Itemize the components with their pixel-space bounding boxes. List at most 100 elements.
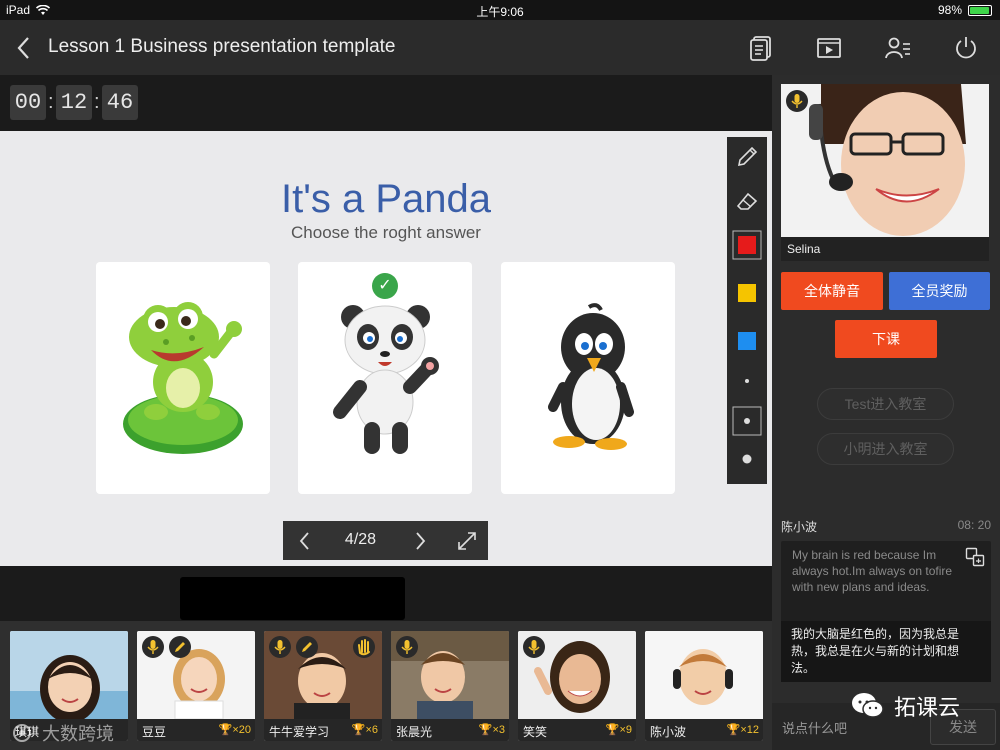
student-video — [10, 631, 128, 719]
timer-separator: : — [94, 91, 100, 113]
color-red-swatch[interactable] — [727, 225, 767, 265]
student-trophy-count: 🏆×3 — [478, 724, 505, 736]
chat-translated-text: 我的大脑是红色的，因为我总是热，我总是在火与新的计划和想法。 — [781, 621, 991, 682]
power-icon — [956, 37, 976, 59]
draw-permission-badge — [296, 636, 318, 658]
student-trophy-count: 🏆×9 — [605, 724, 632, 736]
student-name: 豆豆 — [142, 725, 167, 739]
lesson-title: Lesson 1 Business presentation template — [48, 36, 396, 57]
student-name: 张晨光 — [396, 725, 433, 739]
timer-seconds: 46 — [102, 85, 138, 120]
teacher-video — [781, 84, 989, 237]
chat-input[interactable]: 说点什么吧 — [782, 718, 847, 737]
slide-canvas[interactable]: It's a Panda Choose the roght answer ✓ 4… — [0, 131, 772, 566]
classroom-screen: iPad 上午9:06 98% Lesson 1 Business presen… — [0, 0, 1000, 750]
frog-illustration — [123, 302, 243, 454]
brush-size-small[interactable] — [727, 361, 767, 401]
watermark-right: 拓课云 — [850, 690, 960, 722]
slide-subtitle: Choose the roght answer — [291, 223, 481, 242]
microphone-icon — [274, 640, 286, 654]
pencil-icon — [302, 642, 312, 652]
join-notice: Test进入教室 — [817, 388, 954, 420]
student-tile[interactable]: 豆豆 🏆×20 — [137, 631, 255, 741]
watermark-left: 大数跨境 — [12, 720, 114, 746]
back-button[interactable] — [14, 33, 40, 63]
student-trophy-count: 🏆×20 — [218, 724, 251, 736]
pencil-icon — [737, 146, 758, 167]
watermark-logo — [13, 724, 31, 742]
mic-badge — [396, 636, 418, 658]
courseware-button[interactable] — [748, 34, 776, 62]
microphone-icon — [528, 640, 540, 654]
answer-card-penguin[interactable] — [501, 262, 675, 494]
student-trophy-count: 🏆×6 — [351, 724, 378, 736]
status-bar: iPad 上午9:06 98% — [0, 0, 1000, 20]
chat-timestamp: 08: 20 — [957, 518, 991, 532]
next-page-button[interactable] — [408, 529, 432, 553]
student-video-strip: 琪琪 豆豆 🏆×20 牛牛爱学习 🏆×6 张晨光 🏆×3 笑笑 🏆×9 陈小波 … — [0, 621, 772, 750]
brush-size-medium[interactable] — [727, 401, 767, 441]
chat-original-text: My brain is red because Im always hot.Im… — [792, 548, 953, 594]
tooltip-popover — [180, 577, 405, 620]
teacher-mic-badge — [786, 90, 808, 112]
microphone-icon — [147, 640, 159, 654]
eraser-icon — [736, 192, 758, 210]
class-timer: 00 : 12 : 46 — [0, 75, 772, 131]
header-bar: Lesson 1 Business presentation template — [0, 20, 1000, 75]
student-tile[interactable]: 张晨光 🏆×3 — [391, 631, 509, 741]
teacher-name: Selina — [781, 237, 989, 261]
color-blue-swatch[interactable] — [727, 321, 767, 361]
raise-hand-badge — [353, 636, 375, 658]
answer-card-frog[interactable] — [96, 262, 270, 494]
student-tile[interactable]: 陈小波 🏆×12 — [645, 631, 763, 741]
mic-badge — [142, 636, 164, 658]
teacher-video-feed — [781, 84, 989, 237]
wechat-icon — [852, 693, 884, 718]
draw-permission-badge — [169, 636, 191, 658]
reward-all-button[interactable]: 全员奖励 — [889, 272, 990, 310]
translate-icon — [965, 547, 985, 567]
hand-icon — [358, 639, 370, 656]
power-button[interactable] — [952, 34, 980, 62]
penguin-illustration — [548, 303, 634, 450]
expand-icon — [458, 532, 476, 550]
join-notice: 小明进入教室 — [817, 433, 954, 465]
chevron-right-icon — [416, 532, 426, 550]
user-list-button[interactable] — [884, 34, 912, 62]
chat-message: My brain is red because Im always hot.Im… — [781, 541, 991, 682]
mic-badge — [269, 636, 291, 658]
pencil-icon — [175, 642, 185, 652]
mic-badge — [523, 636, 545, 658]
end-class-button[interactable]: 下课 — [835, 320, 937, 358]
microphone-icon — [401, 640, 413, 654]
video-icon — [817, 38, 841, 58]
user-list-icon — [885, 37, 910, 59]
student-trophy-count: 🏆×12 — [726, 724, 759, 736]
student-tile[interactable]: 牛牛爱学习 🏆×6 — [264, 631, 382, 741]
timer-minutes: 12 — [56, 85, 92, 120]
mute-all-button[interactable]: 全体静音 — [781, 272, 883, 310]
drawing-toolbar — [727, 137, 767, 484]
student-name: 陈小波 — [650, 725, 687, 739]
document-icon — [750, 36, 771, 61]
battery-icon — [968, 4, 992, 16]
slide-pager: 4/28 — [283, 521, 488, 560]
translate-button[interactable] — [965, 547, 985, 567]
student-name: 牛牛爱学习 — [269, 725, 330, 739]
timer-hours: 00 — [10, 85, 46, 120]
student-video — [645, 631, 763, 719]
microphone-icon — [791, 94, 803, 108]
color-yellow-swatch[interactable] — [727, 273, 767, 313]
eraser-tool[interactable] — [727, 181, 767, 221]
fullscreen-button[interactable] — [455, 529, 479, 553]
right-panel: Selina 全体静音 全员奖励 下课 Test进入教室 小明进入教室 陈小波 … — [772, 75, 1000, 750]
correct-check-icon: ✓ — [372, 273, 398, 299]
brush-size-large[interactable] — [727, 439, 767, 479]
clock: 上午9:06 — [476, 5, 524, 19]
battery-percent: 98% — [937, 3, 962, 17]
media-button[interactable] — [815, 34, 843, 62]
student-tile[interactable]: 笑笑 🏆×9 — [518, 631, 636, 741]
slide-title: It's a Panda — [281, 177, 491, 221]
timer-separator: : — [48, 91, 54, 113]
pen-tool[interactable] — [727, 137, 767, 177]
